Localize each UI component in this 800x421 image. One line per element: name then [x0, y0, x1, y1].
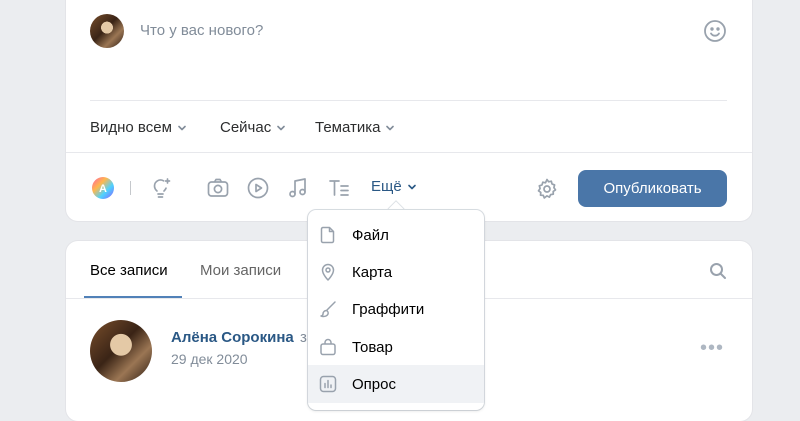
- topic-select[interactable]: Тематика: [315, 119, 396, 136]
- visibility-label: Видно всем: [90, 119, 172, 136]
- map-pin-icon: [318, 262, 338, 282]
- topic-label: Тематика: [315, 119, 381, 136]
- composer-divider: [90, 100, 727, 101]
- time-select[interactable]: Сейчас: [220, 119, 287, 136]
- tab-my-posts[interactable]: Мои записи: [200, 262, 281, 279]
- post-author-avatar[interactable]: [90, 320, 152, 382]
- dropdown-item-label: Товар: [352, 338, 393, 356]
- time-label: Сейчас: [220, 119, 272, 136]
- dropdown-item-label: Граффити: [352, 300, 425, 318]
- shopping-bag-icon: [318, 337, 338, 357]
- composer-avatar: [90, 14, 124, 48]
- dropdown-item-label: Карта: [352, 263, 393, 281]
- visibility-select[interactable]: Видно всем: [90, 119, 188, 136]
- chevron-down-icon: [178, 125, 186, 130]
- camera-icon[interactable]: [206, 176, 230, 200]
- gear-icon[interactable]: [535, 177, 559, 201]
- brush-icon: [318, 299, 338, 319]
- composer-input[interactable]: Что у вас нового?: [140, 22, 263, 39]
- chevron-down-icon: [277, 125, 286, 130]
- poll-icon: [318, 374, 338, 394]
- post-date[interactable]: 29 дек 2020: [171, 351, 248, 367]
- chevron-down-icon: [386, 125, 395, 130]
- dropdown-item-goods[interactable]: Товар: [308, 328, 484, 366]
- more-dropdown: Файл Карта Граффити Товар Опрос: [308, 210, 484, 410]
- post-author-suffix: з: [300, 329, 307, 346]
- dropdown-item-file[interactable]: Файл: [308, 216, 484, 254]
- post-author-name[interactable]: Алёна Сорокина: [171, 329, 294, 346]
- dropdown-item-map[interactable]: Карта: [308, 253, 484, 291]
- svg-text:A: A: [99, 183, 107, 195]
- toolbar-separator: [130, 181, 131, 195]
- publish-button[interactable]: Опубликовать: [578, 170, 727, 207]
- dropdown-item-poll[interactable]: Опрос: [308, 365, 484, 403]
- dropdown-item-label: Опрос: [352, 375, 396, 393]
- composer-toolbar-divider: [66, 152, 752, 153]
- smile-icon[interactable]: [703, 19, 727, 43]
- chevron-down-icon: [407, 184, 416, 189]
- play-icon[interactable]: [246, 176, 270, 200]
- tab-all-posts[interactable]: Все записи: [90, 262, 168, 279]
- more-button[interactable]: Ещё: [371, 178, 418, 195]
- lightbulb-icon[interactable]: [149, 176, 173, 200]
- ai-avatar-icon[interactable]: A: [91, 176, 115, 200]
- search-icon[interactable]: [708, 261, 728, 281]
- dropdown-item-label: Файл: [352, 226, 389, 244]
- more-label: Ещё: [371, 178, 402, 195]
- dropdown-item-graffiti[interactable]: Граффити: [308, 290, 484, 328]
- text-format-icon[interactable]: [327, 176, 351, 200]
- file-icon: [318, 225, 338, 245]
- more-options-icon[interactable]: •••: [700, 337, 724, 360]
- music-icon[interactable]: [286, 176, 310, 200]
